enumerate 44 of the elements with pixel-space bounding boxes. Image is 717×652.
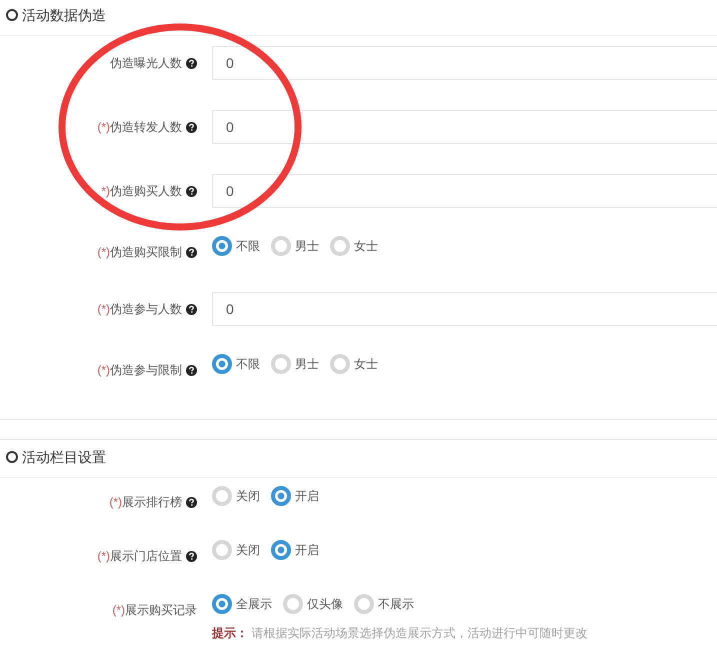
field-label: 伪造参与人数 bbox=[110, 301, 182, 318]
option-label[interactable]: 不展示 bbox=[378, 594, 414, 614]
option-label[interactable]: 仅头像 bbox=[307, 594, 343, 614]
required-mark: *) bbox=[101, 183, 110, 200]
option-label[interactable]: 不限 bbox=[236, 354, 260, 374]
required-mark: (*) bbox=[97, 244, 110, 261]
circle-icon bbox=[6, 451, 18, 463]
option-label[interactable]: 男士 bbox=[295, 236, 319, 256]
section-title: 活动数据伪造 bbox=[22, 6, 106, 25]
field-label: 伪造曝光人数 bbox=[110, 55, 182, 72]
field-label: 伪造转发人数 bbox=[110, 119, 182, 136]
option-label[interactable]: 开启 bbox=[295, 486, 319, 506]
circle-icon bbox=[6, 9, 18, 21]
radio-button[interactable] bbox=[212, 354, 232, 374]
section-title: 活动栏目设置 bbox=[22, 448, 106, 467]
input-field[interactable]: 0 bbox=[212, 174, 717, 208]
radio-button[interactable] bbox=[271, 486, 291, 506]
field-label: 展示门店位置 bbox=[110, 548, 182, 565]
option-label[interactable]: 男士 bbox=[295, 354, 319, 374]
input-field[interactable]: 0 bbox=[212, 292, 717, 326]
field-label: 伪造购买人数 bbox=[110, 183, 182, 200]
required-mark: (*) bbox=[97, 301, 110, 318]
radio-button[interactable] bbox=[271, 540, 291, 560]
required-mark: (*) bbox=[97, 548, 110, 565]
required-mark: (*) bbox=[112, 602, 125, 619]
field-label: 伪造参与限制 bbox=[110, 362, 182, 379]
required-mark: (*) bbox=[97, 119, 110, 136]
option-label[interactable]: 女士 bbox=[354, 236, 378, 256]
input-field[interactable]: 0 bbox=[212, 110, 717, 144]
field-label: 展示购买记录 bbox=[125, 602, 197, 619]
option-label[interactable]: 不限 bbox=[236, 236, 260, 256]
field-label: 伪造购买限制 bbox=[110, 244, 182, 261]
option-label[interactable]: 女士 bbox=[354, 354, 378, 374]
required-mark: (*) bbox=[109, 494, 122, 511]
radio-button[interactable] bbox=[212, 594, 232, 614]
option-label[interactable]: 全展示 bbox=[236, 594, 272, 614]
hint-text: 提示： 请根据实际活动场景选择伪造展示方式，活动进行中可随时更改 bbox=[212, 625, 588, 642]
option-label[interactable]: 关闭 bbox=[236, 540, 260, 560]
option-label[interactable]: 关闭 bbox=[236, 486, 260, 506]
required-mark: (*) bbox=[97, 362, 110, 379]
option-label[interactable]: 开启 bbox=[295, 540, 319, 560]
radio-button[interactable] bbox=[212, 236, 232, 256]
input-field[interactable]: 0 bbox=[212, 46, 717, 80]
field-label: 展示排行榜 bbox=[122, 494, 182, 511]
